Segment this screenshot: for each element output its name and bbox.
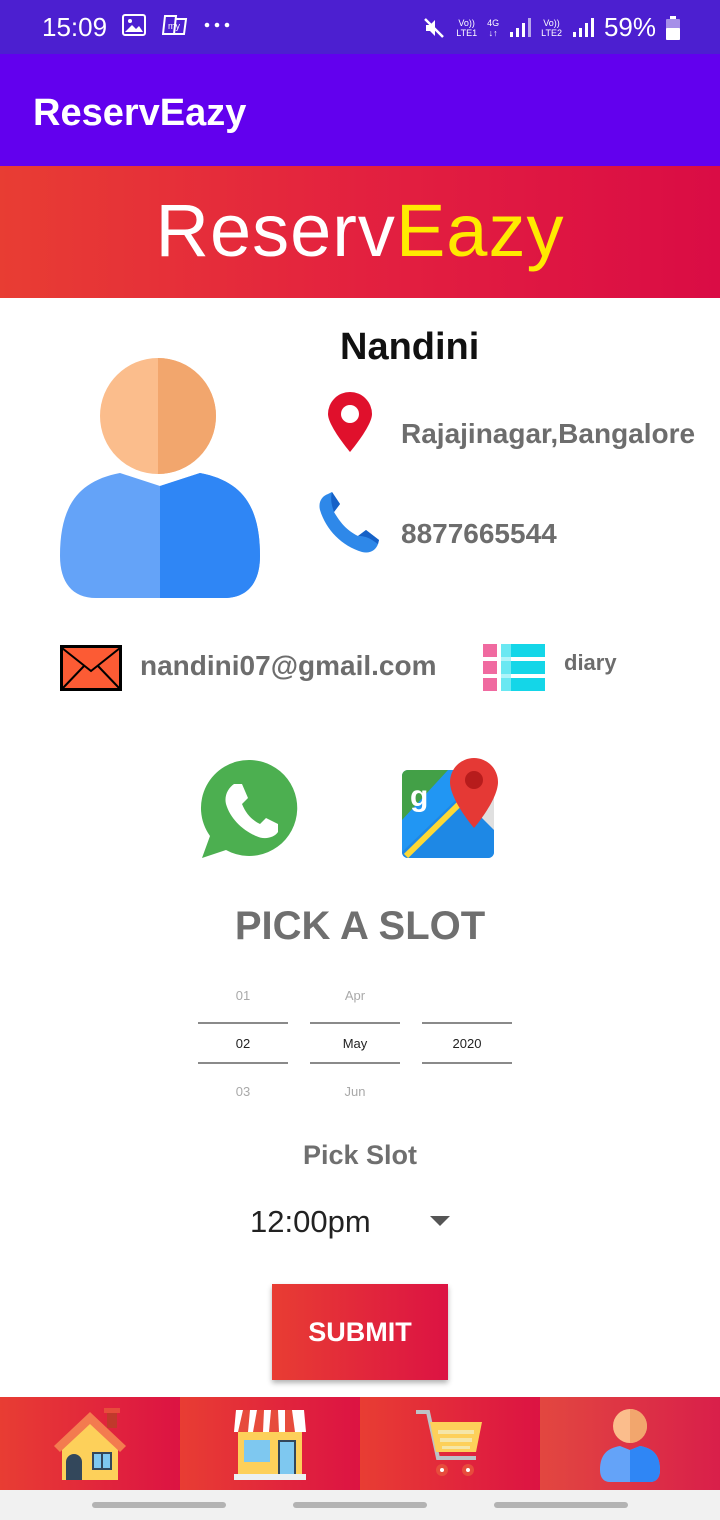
mail-icon[interactable] <box>60 645 122 691</box>
profile-name: Nandini <box>340 326 480 368</box>
picker-divider <box>310 1062 400 1064</box>
more-icon <box>204 22 230 28</box>
phone-text[interactable]: 8877665544 <box>401 518 557 550</box>
slot-dropdown[interactable]: 12:00pm <box>238 1196 468 1248</box>
svg-text:my: my <box>168 21 180 31</box>
logo-part-1: Reserv <box>155 189 396 272</box>
home-icon <box>54 1407 126 1480</box>
day-selected[interactable]: 02 <box>198 1036 288 1051</box>
svg-text:g: g <box>410 780 428 813</box>
month-prev[interactable]: Apr <box>310 988 400 1003</box>
year-selected[interactable]: 2020 <box>422 1036 512 1051</box>
home-gesture[interactable] <box>293 1502 427 1508</box>
cart-icon <box>416 1409 482 1476</box>
nav-item-cart[interactable] <box>360 1397 540 1490</box>
date-picker[interactable]: 01 02 03 Apr May Jun 2020 <box>198 984 512 1104</box>
list-icon <box>483 644 545 691</box>
battery-percent: 59% <box>603 12 656 42</box>
google-maps-icon[interactable]: g <box>400 756 498 860</box>
pick-slot-heading: PICK A SLOT <box>234 904 486 948</box>
nav-item-shop[interactable] <box>180 1397 360 1490</box>
month-next[interactable]: Jun <box>310 1084 400 1099</box>
pick-slot-label: Pick Slot <box>302 1140 418 1170</box>
bottom-navigation <box>0 1397 720 1490</box>
nav-item-profile[interactable] <box>540 1397 720 1490</box>
battery-icon <box>666 15 680 40</box>
app-title: ReservEazy <box>33 92 247 134</box>
day-next[interactable]: 03 <box>198 1084 288 1099</box>
signal-icon <box>510 17 532 37</box>
submit-button[interactable]: SUBMIT <box>272 1284 448 1380</box>
picker-divider <box>422 1022 512 1024</box>
picker-divider <box>422 1062 512 1064</box>
category-text: diary <box>564 650 617 675</box>
status-bar: 15:09 my Vo)) LTE1 4G ↓↑ Vo)) LTE2 59% <box>0 0 720 54</box>
status-right: Vo)) LTE1 4G ↓↑ Vo)) LTE2 59% <box>422 12 680 43</box>
mute-icon <box>424 17 445 38</box>
shop-icon <box>234 1409 306 1480</box>
picker-divider <box>198 1062 288 1064</box>
picker-divider <box>198 1022 288 1024</box>
slot-dropdown-value: 12:00pm <box>250 1204 371 1239</box>
day-prev[interactable]: 01 <box>198 988 288 1003</box>
notification-icons: my <box>122 13 230 37</box>
back-gesture[interactable] <box>494 1502 628 1508</box>
image-icon <box>122 14 146 36</box>
location-pin-icon <box>328 392 372 452</box>
month-selected[interactable]: May <box>310 1036 400 1051</box>
avatar <box>60 358 260 598</box>
sim1-label: Vo)) LTE1 <box>456 17 478 38</box>
whatsapp-icon[interactable] <box>198 756 302 860</box>
banner-logo: ReservEazy <box>0 188 720 273</box>
recents-gesture[interactable] <box>92 1502 226 1508</box>
chevron-down-icon <box>430 1216 450 1226</box>
network-4g-label: 4G ↓↑ <box>487 17 500 38</box>
location-text: Rajajinagar,Bangalore <box>401 418 696 449</box>
logo-part-2: Eazy <box>395 189 565 272</box>
status-time: 15:09 <box>42 12 108 42</box>
nav-item-home[interactable] <box>0 1397 180 1490</box>
email-text[interactable]: nandini07@gmail.com <box>140 650 436 682</box>
sim2-label: Vo)) LTE2 <box>541 17 562 38</box>
phone-icon <box>319 492 379 553</box>
brand-banner: ReservEazy <box>0 166 720 298</box>
app-bar: ReservEazy <box>0 54 720 166</box>
picker-divider <box>310 1022 400 1024</box>
user-icon <box>600 1408 660 1482</box>
paytm-icon: my <box>162 15 188 35</box>
signal-icon <box>572 17 594 37</box>
system-navigation-bar <box>0 1490 720 1520</box>
